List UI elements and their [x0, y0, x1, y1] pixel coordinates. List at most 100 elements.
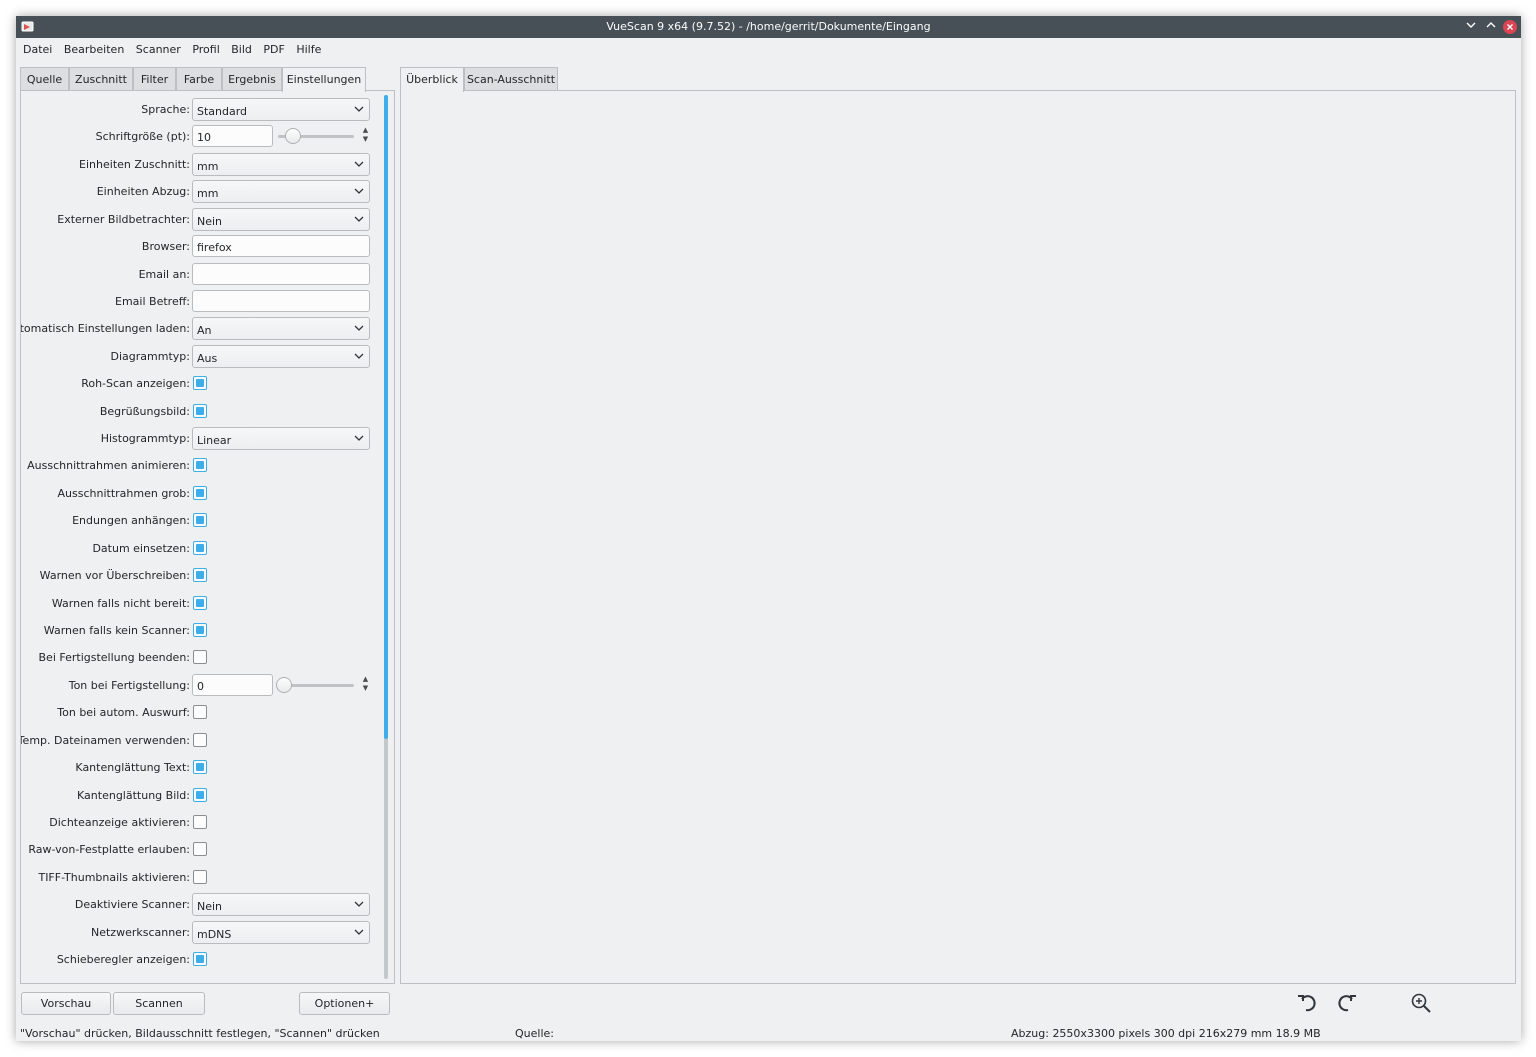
menu-bearbeiten[interactable]: Bearbeiten: [61, 39, 129, 56]
email-an-input[interactable]: [192, 262, 370, 285]
externer-bildbetrachter-dropdown[interactable]: Nein: [192, 207, 370, 231]
preview-button[interactable]: Vorschau: [21, 992, 111, 1015]
menu-scanner[interactable]: Scanner: [133, 39, 186, 56]
tiff-thumbnails-aktivieren-checkbox[interactable]: [193, 869, 207, 884]
setting-label: Warnen falls kein Scanner:: [43, 623, 190, 637]
sprache-dropdown[interactable]: Standard: [192, 98, 370, 121]
ausschnittrahmen-animieren-checkbox[interactable]: [193, 458, 207, 473]
spin-arrows-icon[interactable]: ▲ ▼: [361, 126, 370, 146]
einheiten-abzug-dropdown[interactable]: mm: [192, 180, 370, 204]
setting-row-histogrammtyp: Histogrammtyp: Linear: [21, 426, 381, 451]
setting-row-temp-dateinamen-verwenden: Temp. Dateinamen verwenden:: [21, 728, 381, 752]
automatisch-einstellungen-laden-dropdown[interactable]: An: [192, 317, 370, 341]
input-value: 0: [197, 679, 204, 693]
setting-row-einheiten-zuschnitt: Einheiten Zuschnitt: mm: [21, 152, 381, 176]
dropdown-value: Nein: [197, 214, 223, 228]
tab-ueberblick[interactable]: Überblick: [400, 67, 464, 92]
setting-row-ausschnittrahmen-animieren: Ausschnittrahmen animieren:: [21, 453, 381, 477]
chevron-down-icon: [354, 188, 364, 195]
status-output: Abzug: 2550x3300 pixels 300 dpi 216x279 …: [1011, 1027, 1321, 1040]
rotate-right-icon[interactable]: [1336, 992, 1358, 1014]
raw-von-festplatte-erlauben-checkbox[interactable]: [193, 842, 207, 857]
scan-button[interactable]: Scannen: [113, 992, 205, 1015]
setting-label: Email Betreff:: [115, 294, 190, 308]
kantenglättung-bild-checkbox[interactable]: [193, 787, 207, 802]
warnen-falls-kein-scanner-checkbox[interactable]: [193, 622, 207, 637]
bei-fertigstellung-beenden-checkbox[interactable]: [193, 650, 207, 665]
schriftgröße-pt-input[interactable]: 10: [192, 125, 273, 148]
setting-label: Einheiten Abzug:: [96, 185, 190, 199]
settings-scrollbar-thumb[interactable]: [384, 95, 388, 739]
tab-farbe[interactable]: Farbe: [176, 67, 222, 91]
email-betreff-input[interactable]: [192, 289, 370, 312]
dropdown-value: mm: [197, 187, 219, 201]
ton-bei-autom-auswurf-checkbox[interactable]: [193, 705, 207, 720]
warnen-falls-nicht-bereit-checkbox[interactable]: [193, 595, 207, 610]
netzwerkscanner-dropdown[interactable]: mDNS: [192, 920, 370, 944]
setting-label: Temp. Dateinamen verwenden:: [20, 733, 190, 747]
setting-label: Externer Bildbetrachter:: [57, 212, 190, 226]
tab-ergebnis[interactable]: Ergebnis: [222, 67, 282, 91]
tab-quelle[interactable]: Quelle: [20, 67, 69, 91]
dropdown-value: mm: [197, 159, 219, 173]
chevron-down-icon: [354, 929, 364, 935]
menu-pdf[interactable]: PDF: [260, 39, 289, 56]
minimize-icon[interactable]: [1463, 19, 1479, 35]
setting-label: Bei Fertigstellung beenden:: [38, 651, 191, 665]
setting-row-externer-bildbetrachter: Externer Bildbetrachter: Nein: [21, 207, 381, 231]
options-button[interactable]: Optionen+: [299, 992, 390, 1015]
endungen-anhängen-checkbox[interactable]: [193, 513, 207, 528]
chevron-down-icon: [354, 435, 364, 441]
menu-profil[interactable]: Profil: [189, 39, 224, 56]
left-tab-bar: Quelle Zuschnitt Filter Farbe Ergebnis E…: [20, 67, 395, 92]
begrüßungsbild-checkbox[interactable]: [193, 403, 207, 418]
setting-row-ton-bei-autom-auswurf: Ton bei autom. Auswurf:: [21, 700, 381, 724]
ausschnittrahmen-grob-checkbox[interactable]: [193, 485, 207, 500]
menu-datei[interactable]: Datei: [16, 39, 57, 56]
preview-area[interactable]: [400, 90, 1516, 984]
setting-row-netzwerkscanner: Netzwerkscanner: mDNS: [21, 920, 381, 944]
einheiten-zuschnitt-dropdown[interactable]: mm: [192, 152, 370, 176]
setting-label: Automatisch Einstellungen laden:: [20, 322, 190, 336]
diagrammtyp-dropdown[interactable]: Aus: [192, 344, 370, 368]
tab-zuschnitt[interactable]: Zuschnitt: [69, 67, 133, 91]
setting-label: Ton bei autom. Auswurf:: [57, 706, 190, 720]
ton-bei-fertigstellung-input[interactable]: 0: [192, 673, 273, 696]
close-window-icon[interactable]: [1503, 20, 1517, 34]
chevron-down-icon: [354, 161, 364, 167]
histogrammtyp-dropdown[interactable]: Linear: [192, 427, 370, 451]
setting-label: Kantenglättung Bild:: [77, 788, 190, 802]
title-bar[interactable]: VueScan 9 x64 (9.7.52) - /home/gerrit/Do…: [16, 16, 1521, 38]
chevron-down-icon: [354, 353, 364, 359]
setting-label: Sprache:: [141, 103, 190, 116]
kantenglättung-text-checkbox[interactable]: [193, 760, 207, 775]
maximize-icon[interactable]: [1483, 19, 1499, 35]
browser-input[interactable]: firefox: [192, 235, 370, 258]
setting-row-sprache: Sprache: Standard: [21, 97, 381, 121]
rotate-left-icon[interactable]: [1296, 992, 1318, 1014]
warnen-vor-überschreiben-checkbox[interactable]: [193, 568, 207, 583]
spin-arrows-icon[interactable]: ▲ ▼: [361, 675, 370, 695]
schriftgröße-pt-slider[interactable]: [278, 128, 354, 145]
slider-handle[interactable]: [285, 128, 301, 145]
setting-label: Ton bei Fertigstellung:: [68, 678, 190, 692]
datum-einsetzen-checkbox[interactable]: [193, 540, 207, 555]
tab-einstellungen[interactable]: Einstellungen: [282, 67, 366, 92]
deaktiviere-scanner-dropdown[interactable]: Nein: [192, 893, 370, 917]
dichteanzeige-aktivieren-checkbox[interactable]: [193, 814, 207, 829]
menu-hilfe[interactable]: Hilfe: [293, 39, 326, 56]
tab-scan-ausschnitt[interactable]: Scan-Ausschnitt: [464, 67, 558, 91]
slider-handle[interactable]: [276, 676, 292, 693]
roh-scan-anzeigen-checkbox[interactable]: [193, 376, 207, 391]
dropdown-value: Aus: [197, 351, 218, 365]
setting-label: TIFF-Thumbnails aktivieren:: [38, 870, 190, 884]
ton-bei-fertigstellung-slider[interactable]: [276, 676, 354, 693]
menu-bild[interactable]: Bild: [228, 39, 257, 56]
schieberegler-anzeigen-checkbox[interactable]: [193, 952, 207, 967]
setting-label: Netzwerkscanner:: [90, 925, 190, 939]
setting-row-ausschnittrahmen-grob: Ausschnittrahmen grob:: [21, 481, 381, 505]
temp-dateinamen-verwenden-checkbox[interactable]: [193, 732, 207, 747]
zoom-in-icon[interactable]: [1410, 992, 1432, 1014]
setting-label: Schieberegler anzeigen:: [56, 953, 190, 967]
tab-filter[interactable]: Filter: [133, 67, 176, 91]
